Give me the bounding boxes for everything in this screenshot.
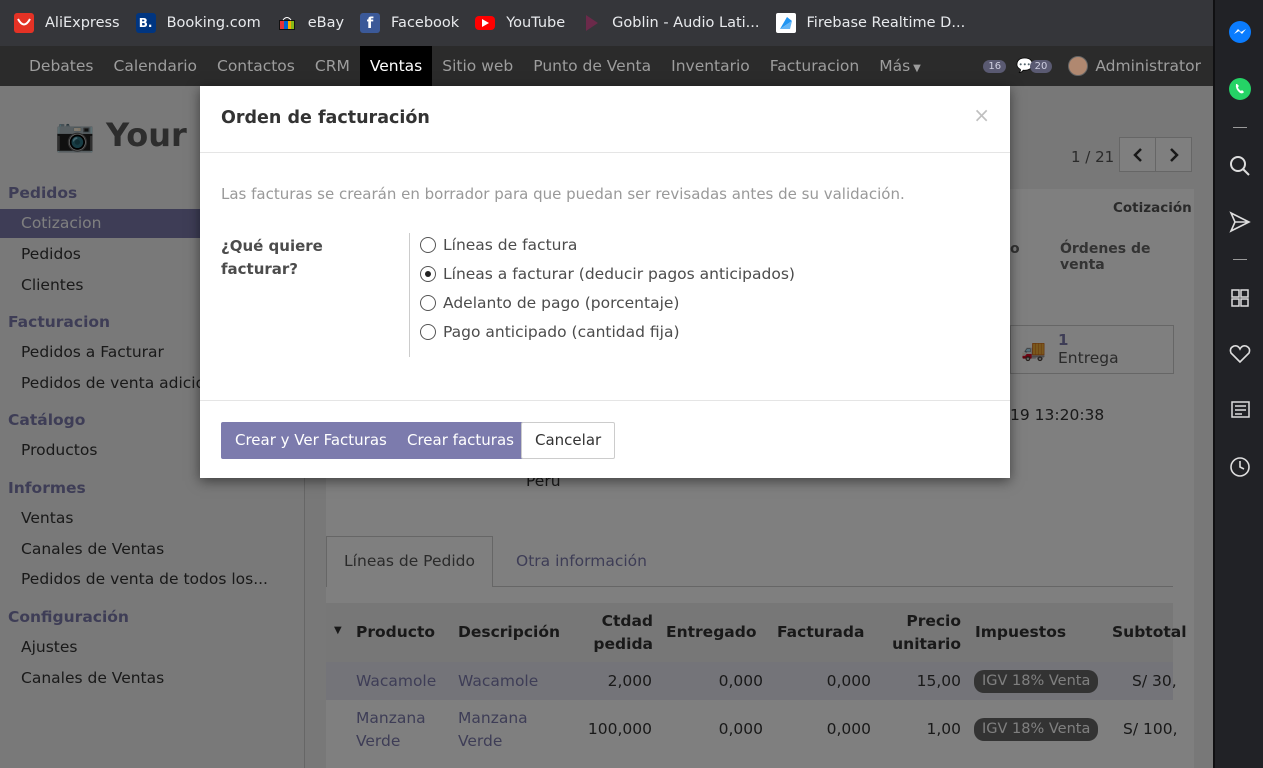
bookmark-ebay[interactable]: eBay — [277, 13, 344, 33]
booking-icon: B. — [135, 13, 156, 33]
nav-mas[interactable]: Más ▼ — [869, 46, 931, 86]
bookmark-label: AliExpress — [45, 15, 120, 31]
nav-sitio-web[interactable]: Sitio web — [432, 46, 523, 86]
apps-grid-icon[interactable] — [1228, 286, 1252, 310]
main-navbar: Debates Calendario Contactos CRM Ventas … — [0, 46, 1213, 86]
nav-debates[interactable]: Debates — [19, 46, 104, 86]
modal-note: Las facturas se crearán en borrador para… — [221, 185, 905, 203]
create-invoices-button[interactable]: Crear facturas — [393, 422, 528, 459]
search-icon[interactable] — [1228, 154, 1252, 178]
bookmark-label: eBay — [307, 15, 345, 31]
bookmark-label: Goblin - Audio Lati... — [612, 15, 760, 31]
messenger-icon[interactable] — [1228, 20, 1252, 44]
option-label: Líneas de factura — [443, 236, 578, 254]
modal-header: Orden de facturación × — [200, 86, 1010, 153]
bookmark-label: YouTube — [506, 15, 566, 31]
nav-inventario[interactable]: Inventario — [661, 46, 760, 86]
bookmark-label: Facebook — [391, 15, 460, 31]
nav-crm[interactable]: CRM — [305, 46, 360, 86]
nav-calendario[interactable]: Calendario — [104, 46, 208, 86]
create-and-view-invoices-button[interactable]: Crear y Ver Facturas — [221, 422, 401, 459]
bookmark-goblin[interactable]: Goblin - Audio Lati... — [581, 13, 760, 33]
youtube-icon — [475, 16, 496, 30]
close-icon[interactable]: × — [973, 103, 990, 127]
nav-facturacion[interactable]: Facturacion — [760, 46, 869, 86]
sidebar-divider — [1233, 127, 1247, 128]
heart-icon[interactable] — [1228, 342, 1252, 366]
avatar[interactable] — [1068, 56, 1089, 76]
aliexpress-icon — [14, 13, 34, 33]
cancel-button[interactable]: Cancelar — [521, 422, 616, 459]
caret-down-icon: ▼ — [913, 63, 921, 74]
bookmark-booking[interactable]: B. Booking.com — [135, 13, 261, 33]
ebay-icon — [277, 13, 297, 33]
facebook-icon: f — [360, 13, 381, 33]
navbar-right: 16 💬 20 Administrator — [983, 46, 1201, 86]
bookmark-label: Booking.com — [166, 15, 261, 31]
nav-mas-label: Más — [879, 57, 911, 75]
nav-contactos[interactable]: Contactos — [207, 46, 305, 86]
bookmark-facebook[interactable]: f Facebook — [360, 13, 459, 33]
nav-punto-de-venta[interactable]: Punto de Venta — [523, 46, 661, 86]
radio-lineas-a-facturar[interactable] — [420, 266, 436, 282]
option-lineas-a-facturar[interactable]: Líneas a facturar (deducir pagos anticip… — [420, 265, 795, 283]
option-adelanto-porcentaje[interactable]: Adelanto de pago (porcentaje) — [420, 294, 679, 312]
option-pago-fijo[interactable]: Pago anticipado (cantidad fija) — [420, 323, 680, 341]
invoice-question-label: ¿Qué quiere facturar? — [221, 237, 323, 278]
discuss-badge[interactable]: 16 — [983, 59, 1007, 73]
browser-sidebar — [1213, 0, 1263, 768]
bookmark-firebase[interactable]: Firebase Realtime D... — [775, 13, 966, 33]
chat-badge[interactable]: 20 — [1029, 59, 1053, 73]
send-icon[interactable] — [1228, 210, 1252, 234]
news-icon[interactable] — [1228, 398, 1252, 422]
radio-lineas-de-factura[interactable] — [420, 237, 436, 253]
goblin-icon — [581, 13, 601, 33]
invoice-options: Líneas de factura Líneas a facturar (ded… — [409, 233, 795, 357]
modal-footer: Crear y Ver Facturas Crear facturas Canc… — [200, 400, 1010, 478]
clock-icon[interactable] — [1228, 455, 1252, 479]
radio-adelanto-porcentaje[interactable] — [420, 295, 436, 311]
option-label: Pago anticipado (cantidad fija) — [443, 323, 680, 341]
option-lineas-de-factura[interactable]: Líneas de factura — [420, 236, 577, 254]
bookmarks-bar: AliExpress B. Booking.com eBay f Facebook … — [0, 0, 1213, 46]
user-name[interactable]: Administrator — [1095, 57, 1201, 75]
bookmark-aliexpress[interactable]: AliExpress — [14, 13, 120, 33]
radio-pago-fijo[interactable] — [420, 324, 436, 340]
whatsapp-icon[interactable] — [1228, 77, 1252, 101]
modal-title: Orden de facturación — [221, 108, 430, 128]
bookmark-label: Firebase Realtime D... — [806, 15, 966, 31]
invoice-order-dialog: Orden de facturación × Las facturas se c… — [200, 86, 1010, 478]
option-label: Líneas a facturar (deducir pagos anticip… — [443, 265, 795, 283]
sidebar-divider — [1233, 259, 1247, 260]
firebase-icon — [775, 13, 796, 33]
bookmark-youtube[interactable]: YouTube — [475, 15, 565, 31]
nav-ventas[interactable]: Ventas — [359, 46, 433, 86]
option-label: Adelanto de pago (porcentaje) — [443, 294, 680, 312]
